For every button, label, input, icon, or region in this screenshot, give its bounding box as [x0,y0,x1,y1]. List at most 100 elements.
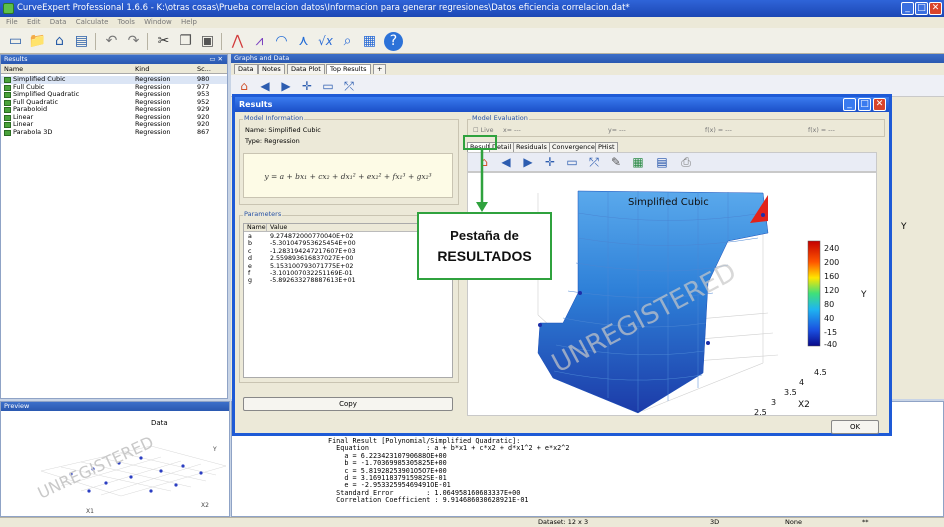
param-name: f [248,270,251,277]
results-table-header: Name Kind Sc... [1,64,227,74]
dialog-minimize-button[interactable]: _ [843,98,856,111]
regression-icon [4,114,11,121]
open-folder-icon[interactable]: 📁 [28,32,47,51]
export-icon[interactable]: ▦ [630,154,646,170]
new-file-icon[interactable]: ▭ [6,32,25,51]
menu-help[interactable]: Help [181,18,197,26]
copy-icon[interactable]: ❐ [176,32,195,51]
model-evaluation-row: ☐ Live x= --- y= --- f(x) = --- f(x) = -… [473,127,883,135]
colorbar-tick: 40 [824,314,834,323]
tab-data-plot[interactable]: Data Plot [287,64,325,74]
dialog-maximize-button[interactable]: □ [858,98,871,111]
colorbar-tick: 120 [824,286,839,295]
tab-phist[interactable]: PHist [595,142,618,152]
forward-icon[interactable]: ▶ [520,154,536,170]
home-icon[interactable]: ⌂ [236,78,252,94]
print-icon[interactable]: ⎙ [678,154,694,170]
open-recent-icon[interactable]: ⌂ [50,32,69,51]
table-row[interactable]: Paraboloid Regression 929 [1,105,227,114]
parameters-label: Parameters [243,210,283,218]
zoom-rect-icon[interactable]: ▭ [320,78,336,94]
colorbar-tick: 240 [824,244,839,253]
menu-edit[interactable]: Edit [27,18,41,26]
result-tab-strip: Result Detail Residuals Convergence PHis… [467,141,877,152]
live-checkbox[interactable]: ☐ Live [473,127,494,134]
column-header-name[interactable]: Name [4,64,23,74]
ok-button[interactable]: OK [831,420,879,434]
help-icon[interactable]: ? [384,32,403,51]
sqrt-function-icon[interactable]: √x [316,32,335,51]
copy-button[interactable]: Copy [243,397,453,411]
surface-plot-area[interactable]: Simplified Cubic 240 200 160 120 80 40 -… [467,172,877,416]
x2-tick: 2.5 [754,408,767,416]
regression-icon [4,84,11,91]
regression-icon [4,122,11,128]
tab-add[interactable]: + [373,64,387,74]
main-toolbar: ▭ 📁 ⌂ ▤ ↶ ↷ ✂ ❐ ▣ ⋀ ⩘ ◠ ⋏ √x ⌕ ▦ ? [0,28,944,54]
pan-icon[interactable]: ✛ [542,154,558,170]
undo-icon[interactable]: ↶ [102,32,121,51]
menu-data[interactable]: Data [50,18,67,26]
save-icon[interactable]: ▤ [654,154,670,170]
paste-icon[interactable]: ▣ [198,32,217,51]
menu-tools[interactable]: Tools [118,18,135,26]
menu-window[interactable]: Window [144,18,172,26]
menu-calculate[interactable]: Calculate [76,18,109,26]
tab-notes[interactable]: Notes [258,64,285,74]
param-value: -3.101007032251169E-01 [270,270,353,277]
tab-data[interactable]: Data [234,64,258,74]
regression-icon [4,92,11,98]
model-type: Type: Regression [245,137,300,145]
results-panel-title: Results [4,55,28,63]
plot-peak-icon[interactable]: ⋏ [294,32,313,51]
colorbar-ticks: 240 200 160 120 80 40 -15 -40 [824,244,839,349]
report-icon[interactable]: ▦ [360,32,379,51]
results-panel-header: Results ▭ ✕ [1,55,227,64]
table-row[interactable]: Linear Regression 920 [1,113,227,122]
param-name: g [248,277,252,285]
param-name: d [248,255,252,263]
back-icon[interactable]: ◀ [498,154,514,170]
close-button[interactable]: ✕ [929,2,942,15]
preview-y-label: X2 [201,502,209,509]
equation-box: y = a + bx₁ + cx₂ + dx₁² + ex₂² + fx₁³ +… [243,153,453,198]
subplots-icon[interactable]: ⤱ [341,78,357,94]
plot-curve-icon[interactable]: ⋀ [228,32,247,51]
back-icon[interactable]: ◀ [257,78,273,94]
column-header-kind[interactable]: Kind [135,64,149,74]
redo-icon[interactable]: ↷ [124,32,143,51]
preview-panel-header: Preview [1,402,229,411]
search-icon[interactable]: ⌕ [338,32,357,51]
plot-area-icon[interactable]: ◠ [272,32,291,51]
output-line: Correlation Coefficient : 9.914686030628… [328,496,529,505]
param-name: e [248,262,252,270]
model-evaluation-label: Model Evaluation [471,114,529,122]
edit-axes-icon[interactable]: ✎ [608,154,624,170]
zoom-rect-icon[interactable]: ▭ [564,154,580,170]
graphs-panel-title: Graphs and Data [234,54,290,62]
minimize-button[interactable]: _ [901,2,914,15]
results-panel: Results ▭ ✕ Name Kind Sc... Simplified C… [0,54,228,399]
forward-icon[interactable]: ▶ [278,78,294,94]
preview-chart-title: Data [151,419,168,427]
plot-multi-icon[interactable]: ⩘ [250,32,269,51]
x2-tick: 3.5 [784,388,797,397]
subplots-icon[interactable]: ⤱ [586,154,602,170]
dialog-title-bar: Results [235,97,889,112]
tab-convergence[interactable]: Convergence [549,142,598,152]
maximize-button[interactable]: □ [915,2,928,15]
pan-icon[interactable]: ✛ [299,78,315,94]
model-name: Name: Simplified Cubic [245,126,321,134]
column-header-score[interactable]: Sc... [197,64,211,74]
cut-icon[interactable]: ✂ [154,32,173,51]
watermark: UNREGISTERED [35,432,157,502]
dialog-close-button[interactable]: ✕ [873,98,886,111]
colorbar [807,240,821,347]
panel-close-icon[interactable]: ▭ ✕ [209,55,223,64]
save-icon[interactable]: ▤ [72,32,91,51]
menu-file[interactable]: File [6,18,18,26]
tab-residuals[interactable]: Residuals [513,142,550,152]
table-row[interactable]: Parabola 3D Regression 867 [1,128,227,137]
preview-panel-title: Preview [4,402,30,410]
tab-top-results[interactable]: Top Results [326,64,371,74]
